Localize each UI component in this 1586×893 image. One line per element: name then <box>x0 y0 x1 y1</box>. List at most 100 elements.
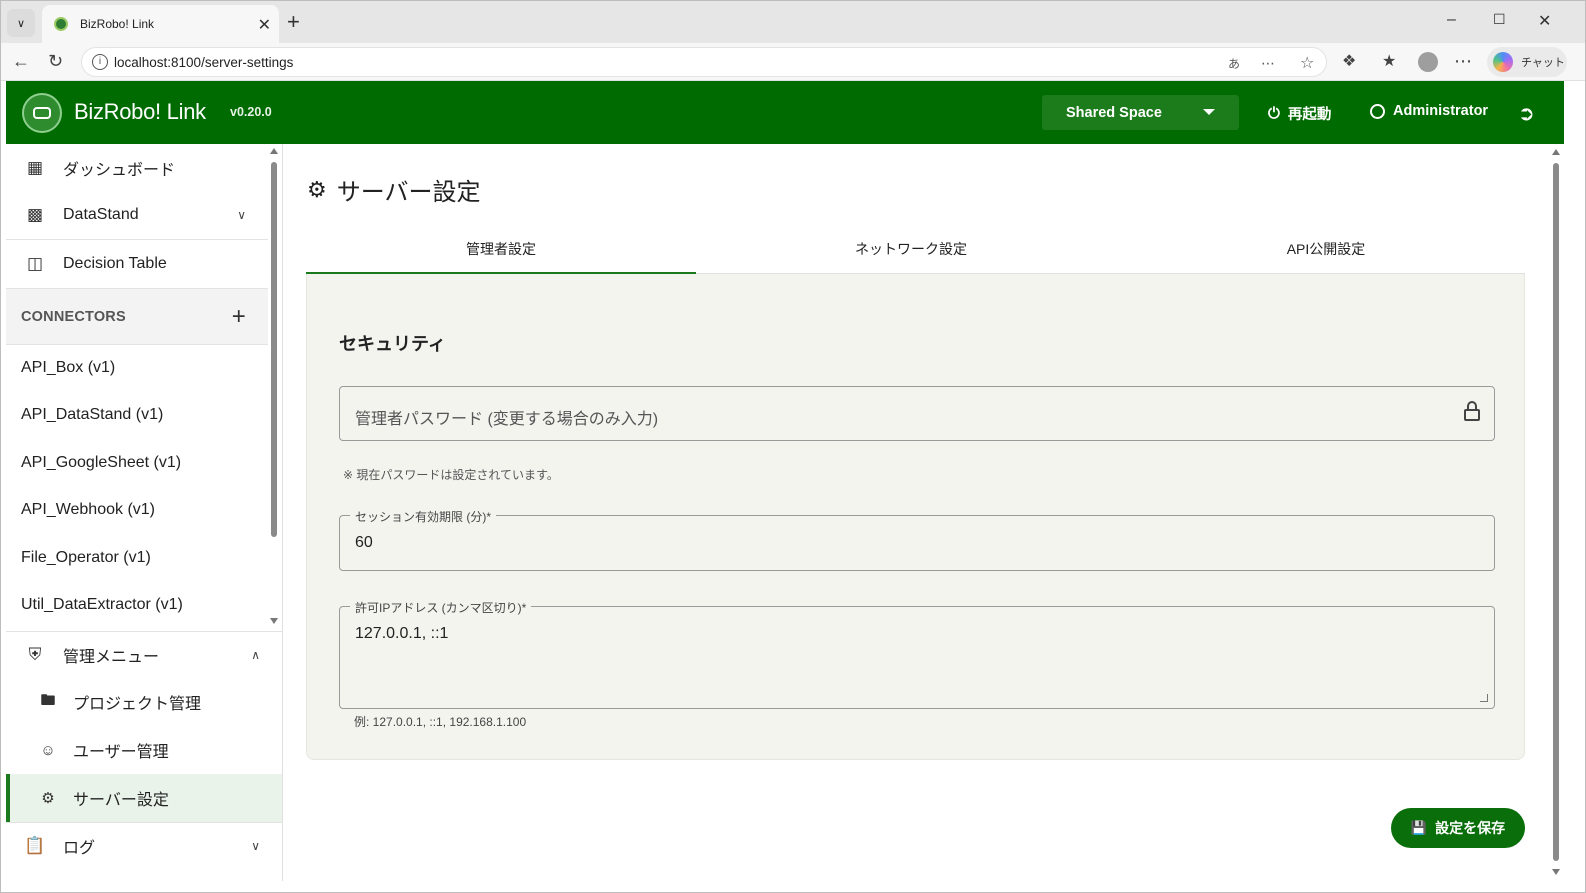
connectors-header-label: CONNECTORS <box>21 308 126 325</box>
sidebar-item-dashboard[interactable]: ▦ ダッシュボード <box>6 144 268 192</box>
page-title-text: サーバー設定 <box>336 179 481 206</box>
minimize-button[interactable]: – <box>1447 11 1456 29</box>
scroll-down-arrow[interactable] <box>270 618 278 624</box>
admin-password-field[interactable]: 管理者パスワード (変更する場合のみ入力) <box>339 386 1495 441</box>
divider <box>6 344 268 345</box>
folder-icon: 🖿 <box>40 691 56 709</box>
power-icon: ⏻ <box>1268 105 1280 122</box>
address-bar[interactable]: i localhost:8100/server-settings あ ⋯ ☆ <box>81 47 1327 77</box>
reload-icon[interactable]: ↻ <box>48 51 63 72</box>
lock-icon <box>1464 401 1480 421</box>
connector-item[interactable]: API_Box (v1) <box>21 359 115 377</box>
app-header: BizRobo! Link v0.20.0 Shared Space ⏻ 再起動… <box>6 81 1564 144</box>
sidebar-item-datastand[interactable]: ▩ DataStand ∨ <box>6 191 268 239</box>
settings-tabs: 管理者設定 ネットワーク設定 API公開設定 <box>306 228 1525 274</box>
copilot-icon <box>1493 52 1513 72</box>
tab-admin-settings[interactable]: 管理者設定 <box>306 228 696 274</box>
address-bar-row: ← ↻ i localhost:8100/server-settings あ ⋯… <box>1 43 1585 81</box>
close-window-button[interactable]: ✕ <box>1538 11 1551 31</box>
scroll-down-arrow[interactable] <box>1552 869 1560 875</box>
app-version: v0.20.0 <box>230 105 272 119</box>
maximize-button[interactable]: ☐ <box>1493 11 1506 28</box>
session-timeout-value: 60 <box>355 534 373 551</box>
close-tab-icon[interactable]: ✕ <box>258 15 271 35</box>
star-icon[interactable]: ☆ <box>1300 53 1314 73</box>
tab-list-button[interactable]: ∨ <box>7 9 35 37</box>
shield-gear-icon: ⛨ <box>28 645 42 664</box>
gear-icon: ⚙ <box>307 176 327 202</box>
settings-panel: セキュリティ 管理者パスワード (変更する場合のみ入力) ※ 現在パスワードは設… <box>306 274 1525 760</box>
save-settings-button[interactable]: 💾 設定を保存 <box>1391 808 1525 848</box>
translate-icon[interactable]: あ <box>1228 55 1240 72</box>
browser-tab[interactable]: BizRobo! Link ✕ <box>42 5 279 43</box>
space-selector[interactable]: Shared Space <box>1042 95 1239 130</box>
password-placeholder: 管理者パスワード (変更する場合のみ入力) <box>355 411 659 428</box>
section-title: セキュリティ <box>339 334 446 354</box>
connector-item[interactable]: API_Webhook (v1) <box>21 501 155 519</box>
scroll-thumb[interactable] <box>1553 163 1559 861</box>
sidebar-item-server-settings[interactable]: ⚙ サーバー設定 <box>6 774 282 822</box>
tab-strip: ∨ BizRobo! Link ✕ + – ☐ ✕ <box>1 1 1585 43</box>
favicon-icon <box>54 17 68 31</box>
sidebar-item-label: サーバー設定 <box>73 792 169 809</box>
sidebar-item-label: ユーザー管理 <box>73 744 169 761</box>
sidebar-scrollbar[interactable] <box>270 148 278 624</box>
user-menu-button[interactable]: Administrator <box>1370 103 1488 119</box>
allowed-ip-field[interactable]: 許可IPアドレス (カンマ区切り)* 127.0.0.1, ::1 <box>339 599 1495 709</box>
dashboard-icon: ▦ <box>26 158 44 177</box>
chevron-down-icon: ∨ <box>237 208 246 222</box>
browser-window: ∨ BizRobo! Link ✕ + – ☐ ✕ ← ↻ i localhos… <box>0 0 1586 893</box>
connector-item[interactable]: Util_DataExtractor (v1) <box>21 596 183 614</box>
chevron-down-icon: ∨ <box>16 17 26 30</box>
sidebar-item-project-management[interactable]: 🖿 プロジェクト管理 <box>6 678 282 726</box>
sidebar-item-decision-table[interactable]: ◫ Decision Table <box>6 240 268 288</box>
logout-icon[interactable]: ➲ <box>1518 101 1535 126</box>
main-content: ⚙ サーバー設定 管理者設定 ネットワーク設定 API公開設定 セキュリティ 管… <box>283 144 1547 881</box>
scroll-up-arrow[interactable] <box>270 148 278 154</box>
info-icon[interactable]: i <box>92 54 108 70</box>
copilot-button[interactable]: チャット <box>1487 47 1567 77</box>
connectors-header: CONNECTORS + <box>6 289 268 344</box>
new-tab-button[interactable]: + <box>287 11 300 33</box>
sidebar-item-label: DataStand <box>63 206 139 223</box>
tab-network-settings[interactable]: ネットワーク設定 <box>716 228 1106 274</box>
menu-dots-icon[interactable]: ⋯ <box>1454 51 1472 72</box>
url-text: localhost:8100/server-settings <box>114 54 294 70</box>
allowed-ip-helper: 例: 127.0.0.1, ::1, 192.168.1.100 <box>354 715 527 729</box>
main-scrollbar[interactable] <box>1551 147 1561 879</box>
restart-label: 再起動 <box>1287 107 1332 123</box>
allowed-ip-label: 許可IPアドレス (カンマ区切り)* <box>350 599 532 616</box>
page-title: ⚙ サーバー設定 <box>307 172 481 207</box>
sidebar-item-log[interactable]: 📋 ログ ∨ <box>6 822 282 870</box>
back-icon[interactable]: ← <box>12 51 30 72</box>
chevron-down-icon: ∨ <box>251 839 260 853</box>
chevron-up-icon: ∧ <box>251 648 260 662</box>
tab-api-settings[interactable]: API公開設定 <box>1131 228 1521 274</box>
scroll-thumb[interactable] <box>271 162 277 537</box>
restart-button[interactable]: ⏻ 再起動 <box>1268 103 1331 124</box>
user-circle-icon <box>1370 103 1385 119</box>
favorites-icon[interactable]: ★ <box>1382 51 1396 71</box>
sidebar-item-user-management[interactable]: ☺ ユーザー管理 <box>6 726 282 774</box>
sidebar-item-label: Decision Table <box>63 255 167 272</box>
profile-icon[interactable] <box>1418 52 1438 72</box>
sidebar-item-admin-menu[interactable]: ⛨ 管理メニュー ∧ <box>6 631 282 679</box>
table-icon: ◫ <box>26 254 44 273</box>
sidebar-item-label: 管理メニュー <box>63 649 160 666</box>
more-circle-icon[interactable]: ⋯ <box>1261 55 1275 72</box>
app-title: BizRobo! Link <box>74 99 206 124</box>
session-timeout-field[interactable]: セッション有効期限 (分)* 60 <box>339 508 1495 571</box>
add-connector-button[interactable]: + <box>232 303 246 331</box>
tab-title: BizRobo! Link <box>80 17 155 31</box>
scroll-up-arrow[interactable] <box>1552 149 1560 155</box>
resize-handle[interactable] <box>1480 694 1488 702</box>
extensions-icon[interactable]: ❖ <box>1342 51 1356 71</box>
connector-item[interactable]: API_GoogleSheet (v1) <box>21 454 181 472</box>
save-label: 設定を保存 <box>1435 820 1506 836</box>
connector-item[interactable]: API_DataStand (v1) <box>21 406 163 424</box>
session-timeout-label: セッション有効期限 (分)* <box>350 508 496 525</box>
sidebar-item-label: ログ <box>63 840 96 857</box>
gear-icon: ⚙ <box>41 790 55 807</box>
bar-chart-icon: ▩ <box>26 205 44 224</box>
connector-item[interactable]: File_Operator (v1) <box>21 549 151 567</box>
